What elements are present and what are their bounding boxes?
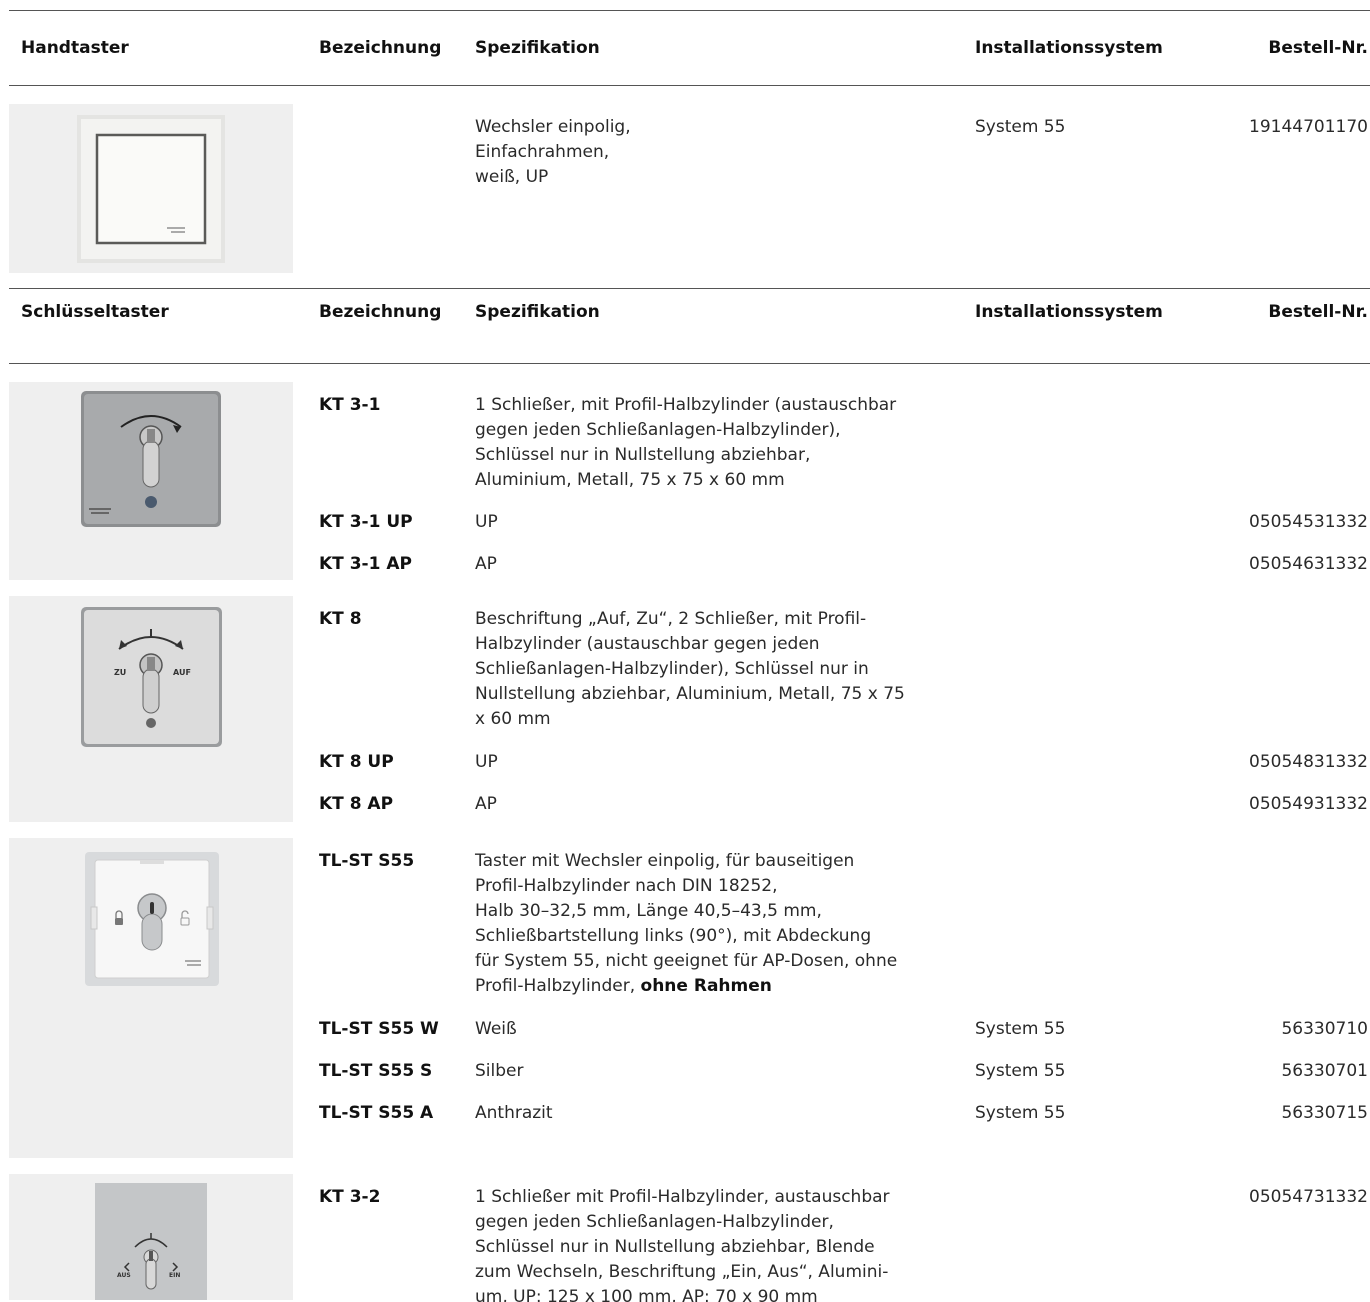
variant-designation: TL-ST S55 S (319, 1061, 433, 1081)
variant-system: System 55 (975, 1061, 1066, 1081)
spec-line: Taster mit Wechsler einpolig, für bausei… (475, 851, 855, 871)
header-specification: Spezifikation (475, 38, 600, 58)
product-image-cell (9, 382, 293, 580)
spec-line: gegen jeden Schließanlagen-Halbzylinder)… (475, 420, 841, 440)
spec-line-last: Profil-Halbzylinder, ohne Rahmen (475, 974, 772, 1000)
product-image-cell: ZU AUF (9, 596, 293, 822)
variant-spec: AP (475, 554, 497, 574)
spec-line: 1 Schließer mit Profil-Halbzylinder, aus… (475, 1187, 890, 1207)
key-switch-tlst-image (85, 852, 219, 986)
variant-spec: Weiß (475, 1019, 517, 1039)
order-number: 05054731332 (1249, 1187, 1368, 1207)
order-number: 19144701170 (1249, 117, 1368, 137)
spec-line: Halb 30–32,5 mm, Länge 40,5–43,5 mm, (475, 901, 822, 921)
svg-text:AUS: AUS (117, 1272, 131, 1279)
variant-order-number: 56330701 (1281, 1061, 1368, 1081)
spec-line: zum Wechseln, Beschriftung „Ein, Aus“, A… (475, 1262, 889, 1282)
spec-line: x 60 mm (475, 709, 551, 729)
variant-designation: TL-ST S55 A (319, 1103, 434, 1123)
variant-spec: Silber (475, 1061, 524, 1081)
key-switch-kt32-image: AUS EIN (95, 1183, 207, 1300)
section-rule (9, 288, 1370, 289)
variant-order-number: 56330715 (1281, 1103, 1368, 1123)
spec-line: weiß, UP (475, 167, 549, 187)
header-installation-system: Installationssystem (975, 302, 1163, 322)
spec-emphasis: ohne Rahmen (640, 976, 772, 996)
header-designation: Bezeichnung (319, 302, 442, 322)
variant-designation: KT 8 AP (319, 794, 394, 814)
top-rule (9, 10, 1370, 11)
variant-designation: TL-ST S55 W (319, 1019, 439, 1039)
variant-system: System 55 (975, 1103, 1066, 1123)
spec-line: um, UP: 125 x 100 mm, AP: 70 x 90 mm (475, 1287, 818, 1302)
variant-order-number: 05054931332 (1249, 794, 1368, 814)
svg-text:AUF: AUF (173, 668, 191, 677)
variant-spec: Anthrazit (475, 1103, 553, 1123)
spec-line: 1 Schließer, mit Profil-Halbzylinder (au… (475, 395, 897, 415)
header-product: Schlüsseltaster (21, 302, 169, 322)
spec-text: Profil-Halbzylinder, (475, 976, 641, 996)
variant-order-number: 05054531332 (1249, 512, 1368, 532)
installation-system: System 55 (975, 117, 1066, 137)
header-order-number: Bestell-Nr. (1268, 302, 1368, 322)
spec-line: Schließbartstellung links (90°), mit Abd… (475, 926, 872, 946)
spec-line: gegen jeden Schließanlagen-Halbzylinder, (475, 1212, 834, 1232)
spec-line: Nullstellung abziehbar, Aluminium, Metal… (475, 684, 905, 704)
product-designation: KT 8 (319, 609, 362, 629)
spec-line: Schließanlagen-Halbzylinder), Schlüssel … (475, 659, 869, 679)
variant-spec: UP (475, 512, 498, 532)
variant-order-number: 56330710 (1281, 1019, 1368, 1039)
variant-designation: KT 8 UP (319, 752, 394, 772)
product-image-cell (9, 838, 293, 1158)
key-switch-kt8-image: ZU AUF (81, 607, 222, 747)
header-specification: Spezifikation (475, 302, 600, 322)
header-product: Handtaster (21, 38, 129, 58)
product-image-cell: AUS EIN (9, 1174, 293, 1300)
key-switch-kt31-image (81, 391, 221, 527)
product-designation: KT 3-1 (319, 395, 381, 415)
product-designation: TL-ST S55 (319, 851, 415, 871)
spec-line: Schlüssel nur in Nullstellung abziehbar, (475, 445, 811, 465)
spec-line: Einfachrahmen, (475, 142, 610, 162)
spec-line: Schlüssel nur in Nullstellung abziehbar,… (475, 1237, 875, 1257)
variant-designation: KT 3-1 AP (319, 554, 412, 574)
svg-text:EIN: EIN (169, 1272, 180, 1279)
header-order-number: Bestell-Nr. (1268, 38, 1368, 58)
variant-spec: AP (475, 794, 497, 814)
spec-line: für System 55, nicht geeignet für AP-Dos… (475, 951, 898, 971)
spec-line: Halbzylinder (austauschbar gegen jeden (475, 634, 820, 654)
svg-text:ZU: ZU (114, 668, 126, 677)
product-designation: KT 3-2 (319, 1187, 381, 1207)
variant-order-number: 05054631332 (1249, 554, 1368, 574)
hand-switch-image (77, 115, 225, 263)
header-rule (9, 363, 1370, 364)
spec-line: Profil-Halbzylinder nach DIN 18252, (475, 876, 778, 896)
spec-line: Aluminium, Metall, 75 x 75 x 60 mm (475, 470, 785, 490)
header-designation: Bezeichnung (319, 38, 442, 58)
variant-order-number: 05054831332 (1249, 752, 1368, 772)
variant-designation: KT 3-1 UP (319, 512, 413, 532)
header-installation-system: Installationssystem (975, 38, 1163, 58)
variant-system: System 55 (975, 1019, 1066, 1039)
product-image-cell (9, 104, 293, 273)
spec-line: Beschriftung „Auf, Zu“, 2 Schließer, mit… (475, 609, 867, 629)
spec-line: Wechsler einpolig, (475, 117, 631, 137)
header-rule (9, 85, 1370, 86)
variant-spec: UP (475, 752, 498, 772)
